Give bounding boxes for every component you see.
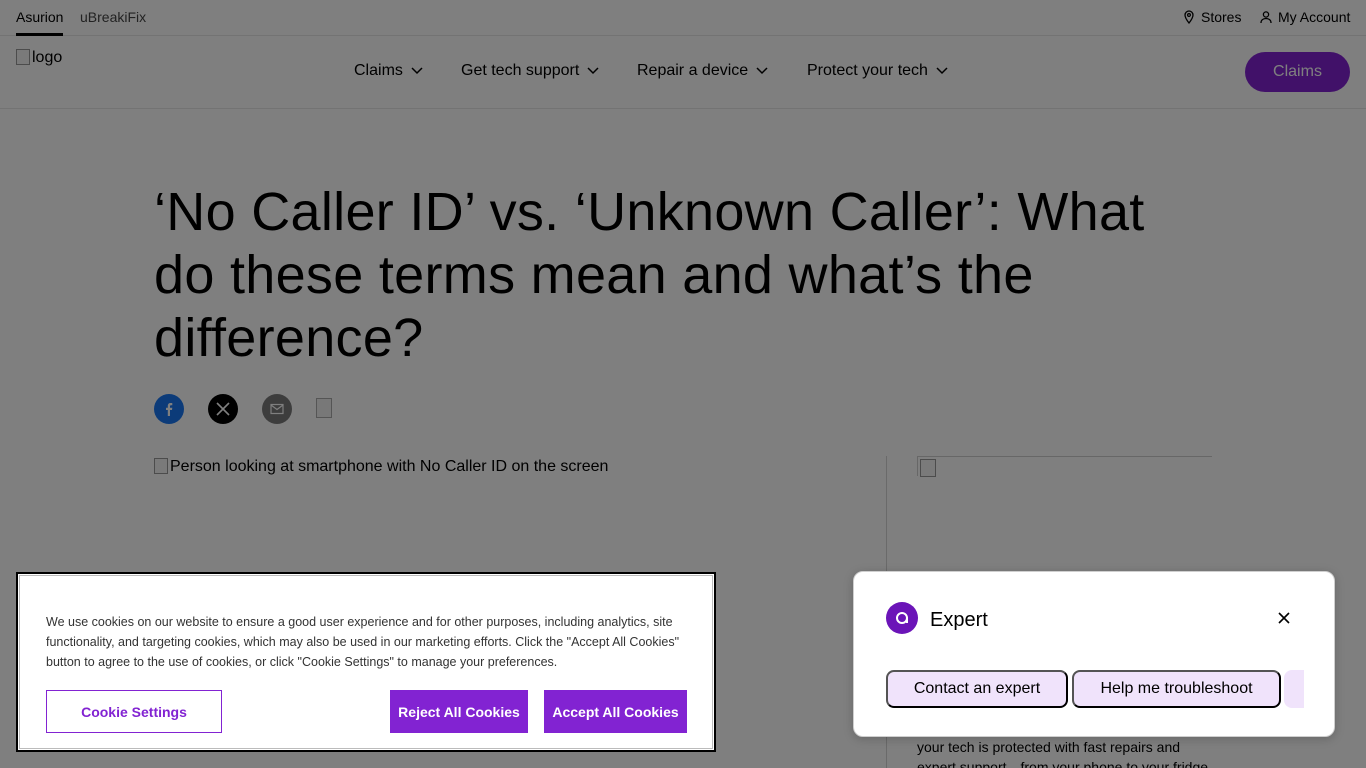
cookie-settings-button[interactable]: Cookie Settings [46,690,222,733]
help-me-troubleshoot-chip[interactable]: Help me troubleshoot [1072,670,1281,708]
expert-title: Expert [930,609,988,631]
expert-chat-widget: Expert Contact an expert Help me trouble… [853,571,1335,737]
cookie-text: We use cookies on our website to ensure … [46,615,680,669]
cookie-banner: We use cookies on our website to ensure … [16,572,716,752]
close-icon[interactable] [1276,610,1292,626]
expert-logo-icon [886,602,918,634]
accept-all-cookies-button[interactable]: Accept All Cookies [544,690,687,733]
partial-chip[interactable] [1284,670,1304,708]
reject-all-cookies-button[interactable]: Reject All Cookies [390,690,528,733]
contact-an-expert-chip[interactable]: Contact an expert [886,670,1068,708]
